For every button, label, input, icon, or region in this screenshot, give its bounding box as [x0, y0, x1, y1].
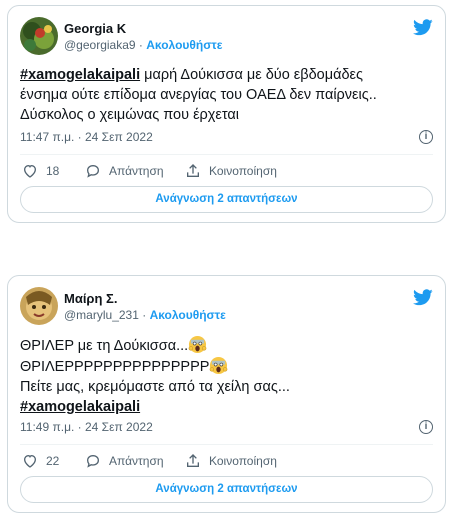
tweet-header: Georgia K @georgiaka9 · Ακολουθήστε: [20, 17, 435, 57]
tweet-text-line: ΘΡΙΛΕΡ με τη Δούκισσα...: [20, 335, 440, 356]
tweet-actions: 22 Απάντηση Κοινοποίηση: [22, 453, 437, 473]
like-button[interactable]: 22: [22, 453, 59, 469]
follow-button[interactable]: Ακολουθήστε: [146, 38, 222, 52]
user-handle[interactable]: @georgiaka9: [64, 38, 136, 52]
timestamp-link[interactable]: 11:47 π.μ. · 24 Σεπ 2022: [20, 130, 153, 144]
reply-button[interactable]: Απάντηση: [85, 163, 164, 179]
tweet-text-line: #xamogelakaipali: [20, 397, 440, 417]
tweet-text-line: ΘΡΙΛΕΡΡΡΡΡΡΡΡΡΡΡΡΡΡΡ: [20, 356, 440, 377]
tweet-card[interactable]: Μαίρη Σ. @marylu_231 · Ακολουθήστε ΘΡΙΛΕ…: [7, 275, 446, 513]
separator-dot: ·: [142, 308, 147, 322]
heart-icon: [23, 164, 37, 178]
avatar[interactable]: [20, 287, 58, 325]
speech-bubble-icon: [86, 454, 100, 468]
reply-button[interactable]: Απάντηση: [85, 453, 164, 469]
divider: [20, 154, 433, 155]
handle-line: @georgiaka9 · Ακολουθήστε: [64, 38, 222, 52]
reply-label: Απάντηση: [109, 164, 164, 178]
separator-dot: ·: [138, 38, 143, 52]
tweet-text-segment: ΘΡΙΛΕΡ με τη Δούκισσα...: [20, 338, 189, 354]
like-count: 18: [46, 164, 60, 178]
share-upload-icon: [187, 454, 199, 467]
hashtag-link[interactable]: #xamogelakaipali: [20, 399, 140, 415]
read-replies-button[interactable]: Ανάγνωση 2 απαντήσεων: [20, 476, 433, 503]
share-label: Κοινοποίηση: [209, 454, 277, 468]
info-icon[interactable]: i: [419, 130, 433, 144]
share-label: Κοινοποίηση: [209, 164, 277, 178]
display-name[interactable]: Μαίρη Σ.: [64, 291, 117, 306]
read-replies-button[interactable]: Ανάγνωση 2 απαντήσεων: [20, 186, 433, 213]
user-handle[interactable]: @marylu_231: [64, 308, 139, 322]
twitter-bird-icon[interactable]: [413, 19, 433, 36]
tweet-text-segment: μαρή Δούκισσα με δύο εβδομάδες: [140, 67, 364, 83]
share-upload-icon: [187, 164, 199, 177]
tweet-text: #xamogelakaipali μαρή Δούκισσα με δύο εβ…: [20, 65, 440, 125]
handle-line: @marylu_231 · Ακολουθήστε: [64, 308, 226, 322]
screaming-face-emoji: [210, 356, 228, 375]
share-button[interactable]: Κοινοποίηση: [185, 163, 277, 179]
tweet-text-line: Πείτε μας, κρεμόμαστε από τα χείλη σας..…: [20, 379, 290, 395]
divider: [20, 444, 433, 445]
tweet-text: ΘΡΙΛΕΡ με τη Δούκισσα... ΘΡΙΛΕΡΡΡΡΡΡΡΡΡΡ…: [20, 335, 440, 417]
avatar[interactable]: [20, 17, 58, 55]
tweet-card[interactable]: Georgia K @georgiaka9 · Ακολουθήστε #xam…: [7, 5, 446, 223]
reply-label: Απάντηση: [109, 454, 164, 468]
timestamp-link[interactable]: 11:49 π.μ. · 24 Σεπ 2022: [20, 420, 153, 434]
share-button[interactable]: Κοινοποίηση: [185, 453, 277, 469]
tweet-text-line: #xamogelakaipali μαρή Δούκισσα με δύο εβ…: [20, 65, 440, 85]
info-icon[interactable]: i: [419, 420, 433, 434]
tweet-text-segment: ΘΡΙΛΕΡΡΡΡΡΡΡΡΡΡΡΡΡΡΡ: [20, 359, 210, 375]
tweet-actions: 18 Απάντηση Κοινοποίηση: [22, 163, 437, 183]
hashtag-link[interactable]: #xamogelakaipali: [20, 67, 140, 83]
like-button[interactable]: 18: [22, 163, 59, 179]
tweet-header: Μαίρη Σ. @marylu_231 · Ακολουθήστε: [20, 287, 435, 327]
follow-button[interactable]: Ακολουθήστε: [150, 308, 226, 322]
heart-icon: [23, 454, 37, 468]
speech-bubble-icon: [86, 164, 100, 178]
tweet-text-line: ένσημα ούτε επίδομα ανεργίας του ΟΑΕΔ δε…: [20, 87, 377, 103]
screaming-face-emoji: [188, 335, 207, 354]
like-count: 22: [46, 454, 60, 468]
twitter-bird-icon[interactable]: [413, 289, 433, 306]
display-name[interactable]: Georgia K: [64, 21, 126, 36]
tweet-text-line: Δύσκολος ο χειμώνας που έρχεται: [20, 107, 239, 123]
